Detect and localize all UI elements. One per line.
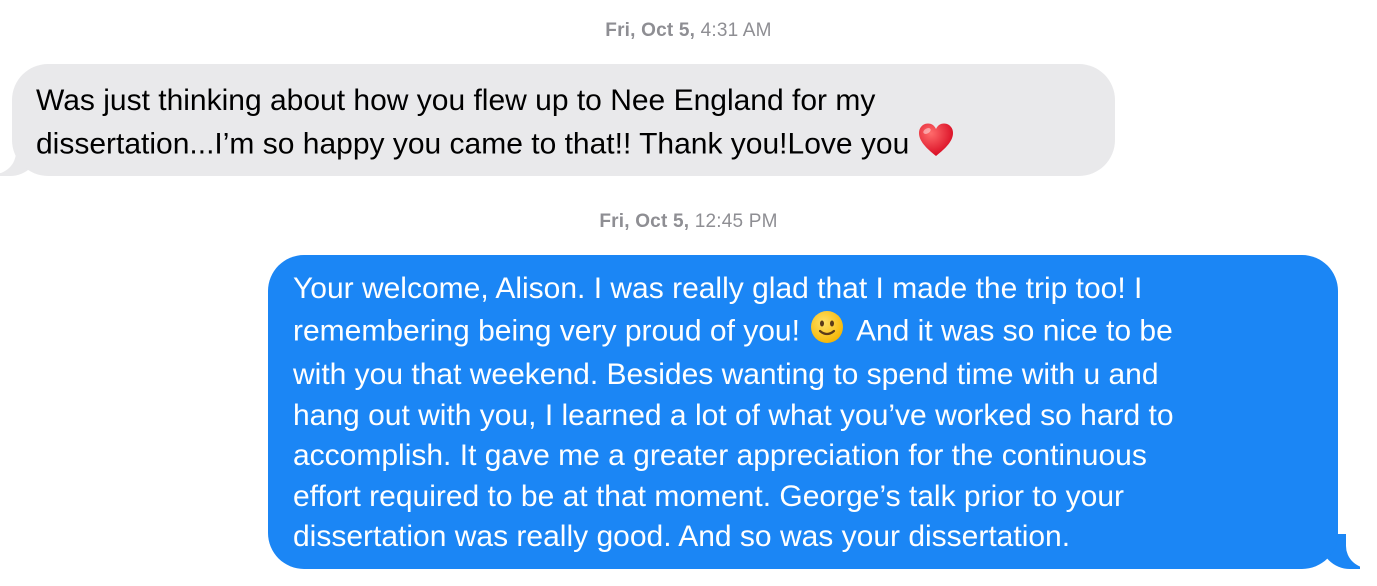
message-line-text: dissertation...I’m so happy you came to … [36,127,910,161]
timestamp-day: Fri, Oct 5, [605,20,696,41]
message-line: accomplish. It gave me a greater appreci… [293,439,1147,472]
timestamp-day: Fri, Oct 5, [599,211,690,232]
message-line-text: remembering being very proud of you! [293,314,800,348]
message-line: Your welcome, Alison. I was really glad … [293,272,1143,305]
message-line: dissertation was really good. And so was… [293,520,1071,553]
message-line: with you that weekend. Besides wanting t… [293,358,1159,391]
red-heart-icon [917,122,955,170]
message-line: hang out with you, I learned a lot of wh… [293,398,1174,432]
timestamp-1: Fri, Oct 5, 4:31 AM [0,20,1377,42]
timestamp-2: Fri, Oct 5, 12:45 PM [0,211,1377,233]
message-line-text: And it was so nice to be [855,314,1173,348]
sent-message-bubble[interactable]: Your welcome, Alison. I was really glad … [268,255,1338,569]
received-message-bubble[interactable]: Was just thinking about how you flew up … [12,64,1115,176]
message-line: effort required to be at that moment. Ge… [293,479,1124,513]
message-line-with-emoji: dissertation...I’m so happy you came to … [36,122,1085,170]
smiling-face-icon [810,310,844,356]
message-line-with-emoji: remembering being very proud of you! And … [293,310,1318,356]
timestamp-time: 12:45 PM [694,211,778,232]
timestamp-time: 4:31 AM [700,20,772,41]
message-line: Was just thinking about how you flew up … [36,84,876,117]
